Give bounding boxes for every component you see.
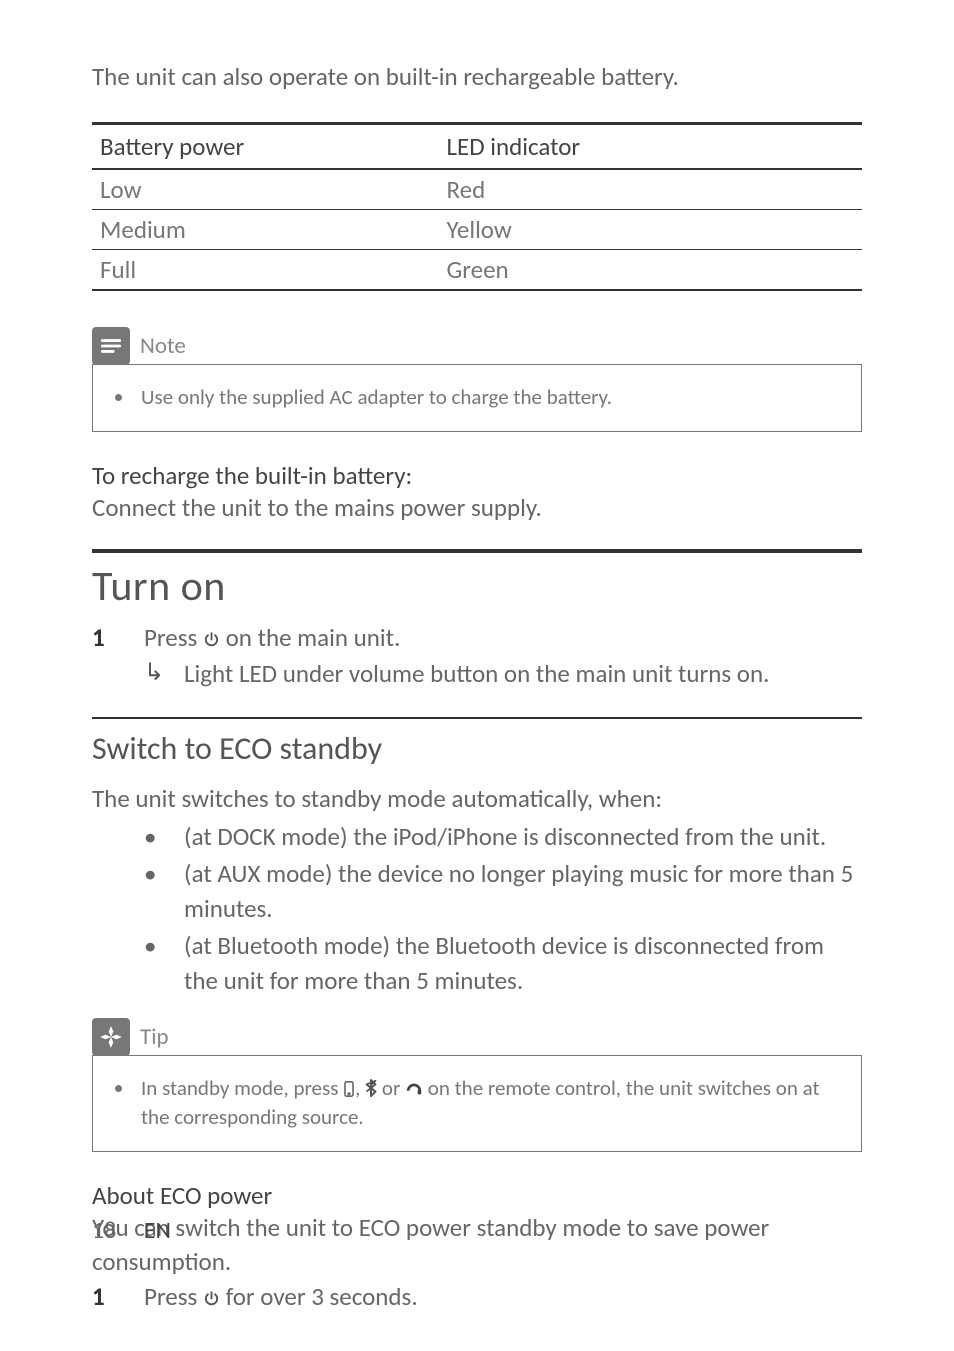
tip-text: or: [377, 1075, 405, 1101]
substep-text: Light LED under volume button on the mai…: [184, 657, 769, 691]
step-text: on the main unit.: [220, 622, 400, 653]
tip-text: ,: [355, 1075, 365, 1101]
about-eco-heading: About ECO power: [92, 1180, 862, 1211]
list-item: (at AUX mode) the device no longer playi…: [144, 856, 862, 926]
about-eco-step: 1 Press for over 3 seconds.: [92, 1279, 862, 1314]
aux-icon: [405, 1081, 423, 1097]
table-row: Low Red: [92, 169, 862, 210]
table-cell: Medium: [92, 209, 439, 249]
table-cell: Green: [439, 249, 863, 290]
page-footer: 18 EN: [92, 1216, 171, 1245]
list-item: (at DOCK mode) the iPod/iPhone is discon…: [144, 819, 862, 854]
eco-standby-heading: Switch to ECO standby: [92, 729, 862, 768]
list-item: (at Bluetooth mode) the Bluetooth device…: [144, 928, 862, 998]
table-row: Medium Yellow: [92, 209, 862, 249]
step-number: 1: [92, 620, 144, 655]
note-callout: Note Use only the supplied AC adapter to…: [92, 327, 862, 432]
table-header: LED indicator: [439, 123, 863, 169]
eco-standby-intro: The unit switches to standby mode automa…: [92, 782, 862, 816]
eco-standby-list: (at DOCK mode) the iPod/iPhone is discon…: [92, 819, 862, 998]
tip-label: Tip: [140, 1023, 169, 1051]
table-cell: Low: [92, 169, 439, 210]
turn-on-heading: Turn on: [92, 561, 862, 612]
divider: [92, 717, 862, 719]
power-icon: [203, 1290, 220, 1307]
tip-callout: Tip In standby mode, press , or on the r…: [92, 1018, 862, 1152]
divider: [92, 549, 862, 553]
battery-table: Battery power LED indicator Low Red Medi…: [92, 122, 862, 291]
note-label: Note: [140, 332, 186, 360]
table-cell: Full: [92, 249, 439, 290]
table-cell: Yellow: [439, 209, 863, 249]
step-number: 1: [92, 1279, 144, 1314]
turn-on-step: 1 Press on the main unit.: [92, 620, 862, 655]
table-header: Battery power: [92, 123, 439, 169]
tip-item: In standby mode, press , or on the remot…: [135, 1074, 841, 1131]
step-text: Press: [144, 622, 203, 653]
arrow-icon: ↳: [144, 657, 184, 691]
power-icon: [203, 631, 220, 648]
page-number: 18: [92, 1216, 116, 1245]
step-text: for over 3 seconds.: [220, 1281, 418, 1312]
tip-icon: [92, 1018, 130, 1056]
bluetooth-icon: [365, 1079, 377, 1097]
device-icon: [343, 1081, 355, 1097]
step-text: Press: [144, 1281, 203, 1312]
note-icon: [92, 327, 130, 365]
tip-text: In standby mode, press: [141, 1075, 343, 1101]
note-item: Use only the supplied AC adapter to char…: [135, 383, 841, 411]
table-row: Full Green: [92, 249, 862, 290]
turn-on-substep: ↳ Light LED under volume button on the m…: [144, 657, 862, 691]
language-code: EN: [144, 1216, 171, 1245]
table-cell: Red: [439, 169, 863, 210]
about-eco-text: You can switch the unit to ECO power sta…: [92, 1211, 862, 1279]
recharge-text: Connect the unit to the mains power supp…: [92, 491, 862, 525]
intro-text: The unit can also operate on built-in re…: [92, 60, 862, 94]
recharge-heading: To recharge the built-in battery:: [92, 460, 862, 491]
